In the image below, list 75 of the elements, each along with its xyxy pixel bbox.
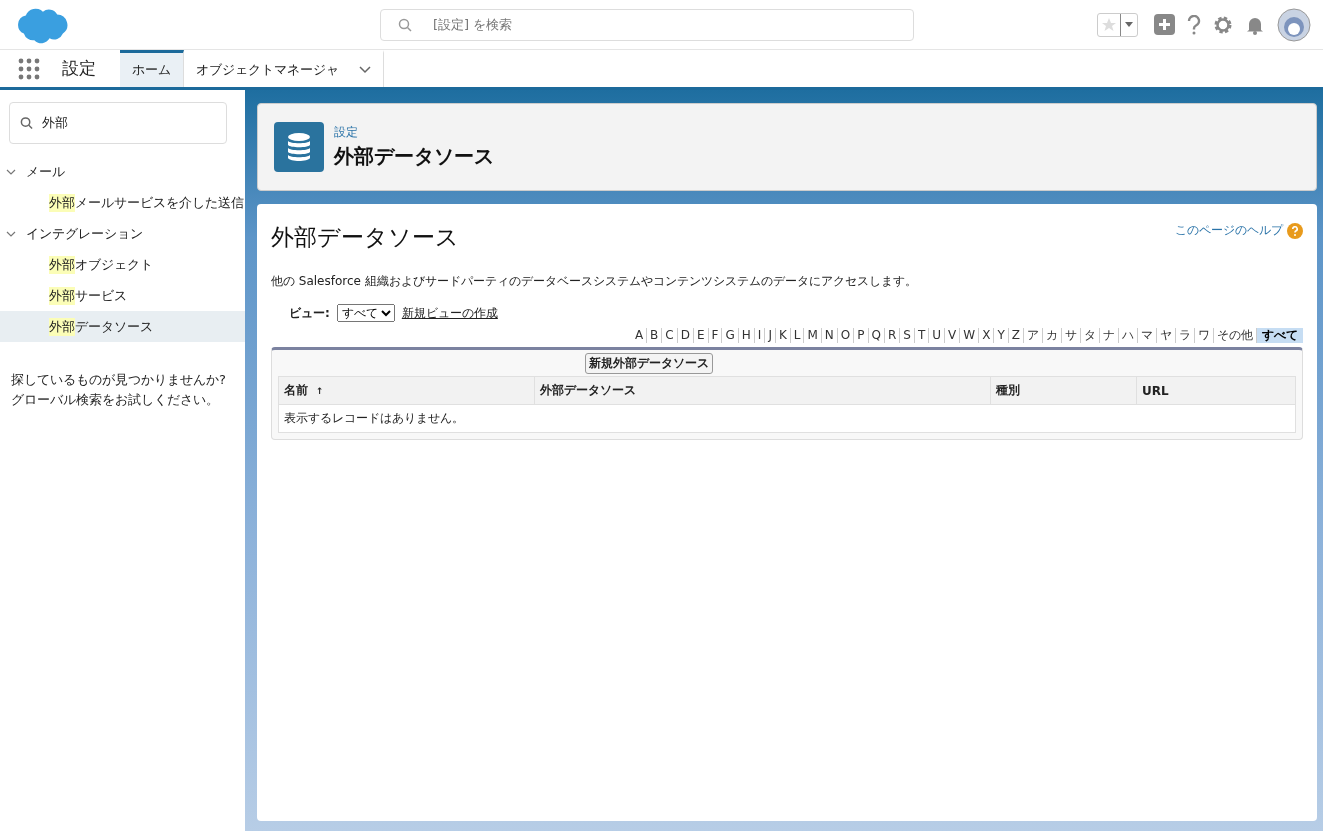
letter-filter-link[interactable]: K: [775, 328, 791, 343]
help-link[interactable]: このページのヘルプ: [1175, 222, 1283, 239]
help-icon[interactable]: [1187, 14, 1201, 35]
letter-filter-link[interactable]: H: [738, 328, 755, 343]
column-header[interactable]: URL: [1142, 383, 1169, 398]
letter-filter-link[interactable]: S: [900, 328, 915, 343]
letter-filter-link[interactable]: ヤ: [1157, 328, 1176, 343]
caret-icon: [1125, 22, 1133, 27]
app-launcher-icon[interactable]: [18, 57, 40, 80]
letter-filter-link[interactable]: ナ: [1100, 328, 1119, 343]
letter-filter-link[interactable]: X: [979, 328, 995, 343]
letter-filter-link[interactable]: L: [790, 328, 805, 343]
letter-filter-link[interactable]: ハ: [1119, 328, 1138, 343]
letter-filter-link[interactable]: C: [662, 328, 678, 343]
section-title: 外部データソース: [271, 223, 459, 252]
letter-filter-link[interactable]: Z: [1008, 328, 1024, 343]
tree-item[interactable]: 外部オブジェクト: [0, 249, 245, 280]
column-header[interactable]: 種別: [996, 383, 1020, 397]
column-header[interactable]: 名前: [284, 383, 308, 397]
letter-filter-link[interactable]: タ: [1081, 328, 1100, 343]
letter-filter-link[interactable]: W: [960, 328, 980, 343]
letter-filter-link[interactable]: O: [837, 328, 855, 343]
new-view-link[interactable]: 新規ビューの作成: [401, 304, 498, 322]
quick-find-field[interactable]: 外部: [9, 102, 227, 144]
letter-filter-link[interactable]: N: [821, 328, 838, 343]
new-data-source-button[interactable]: 新規外部データソース: [585, 353, 713, 374]
letter-filter-link[interactable]: T: [914, 328, 930, 343]
letter-filter-link[interactable]: すべて: [1257, 328, 1303, 343]
database-icon: [274, 122, 324, 172]
nav-tab[interactable]: ホーム: [120, 50, 184, 87]
letter-filter-link[interactable]: B: [647, 328, 663, 343]
letter-filter-link[interactable]: E: [694, 328, 709, 343]
tree-item[interactable]: 外部サービス: [0, 280, 245, 311]
description-text: 他の Salesforce 組織およびサードパーティのデータベースシステムやコンテンツシステムのデータにアクセスします。: [271, 273, 918, 290]
letter-filter-link[interactable]: ラ: [1176, 328, 1195, 343]
not-found-hint: 探しているものが見つかりませんか? グローバル検索をお試しください。: [11, 371, 227, 409]
letter-filter-link[interactable]: カ: [1043, 328, 1062, 343]
letter-filter-link[interactable]: F: [708, 328, 723, 343]
plus-icon[interactable]: [1154, 14, 1175, 35]
page-title: 外部データソース: [334, 143, 494, 170]
view-label: ビュー:: [289, 304, 330, 322]
letter-filter-link[interactable]: Y: [994, 328, 1009, 343]
chevron-down-icon[interactable]: [359, 66, 371, 74]
letter-filter-link[interactable]: I: [754, 328, 766, 343]
tree-group-label[interactable]: インテグレーション: [26, 224, 143, 243]
tree-item[interactable]: 外部メールサービスを介した送信: [0, 187, 245, 218]
sort-arrow[interactable]: ↑: [316, 386, 324, 396]
letter-filter-link[interactable]: サ: [1062, 328, 1081, 343]
letter-filter-link[interactable]: D: [677, 328, 694, 343]
empty-message: 表示するレコードはありません。: [284, 411, 464, 425]
app-name: 設定: [62, 57, 96, 80]
letter-filter-link[interactable]: マ: [1138, 328, 1157, 343]
letter-filter-link[interactable]: ワ: [1195, 328, 1214, 343]
letter-filter-link[interactable]: M: [804, 328, 822, 343]
letter-filter-link[interactable]: Q: [868, 328, 885, 343]
column-header[interactable]: 外部データソース: [540, 383, 636, 397]
letter-filter-link[interactable]: R: [885, 328, 901, 343]
favorites-button[interactable]: [1097, 12, 1138, 37]
tree-item[interactable]: 外部データソース: [0, 311, 245, 342]
star-icon: [1101, 16, 1117, 33]
letter-filter-link[interactable]: ア: [1024, 328, 1043, 343]
help-icon[interactable]: [1287, 222, 1303, 239]
letter-filter-link[interactable]: J: [765, 328, 776, 343]
tree-group-label[interactable]: メール: [26, 162, 65, 181]
breadcrumb-link[interactable]: 設定: [334, 124, 494, 141]
letter-filter-link[interactable]: V: [945, 328, 961, 343]
settings-icon[interactable]: [1213, 14, 1233, 35]
nav-tab[interactable]: オブジェクトマネージャ: [184, 50, 384, 87]
letter-filter-link[interactable]: U: [929, 328, 946, 343]
search-field[interactable]: [設定] を検索: [380, 8, 914, 41]
letter-filter-link[interactable]: A: [631, 328, 648, 343]
avatar-icon[interactable]: [1277, 7, 1311, 42]
letter-filter-link[interactable]: P: [854, 328, 869, 343]
letter-filter-link[interactable]: G: [722, 328, 739, 343]
view-select[interactable]: すべて: [336, 304, 395, 322]
